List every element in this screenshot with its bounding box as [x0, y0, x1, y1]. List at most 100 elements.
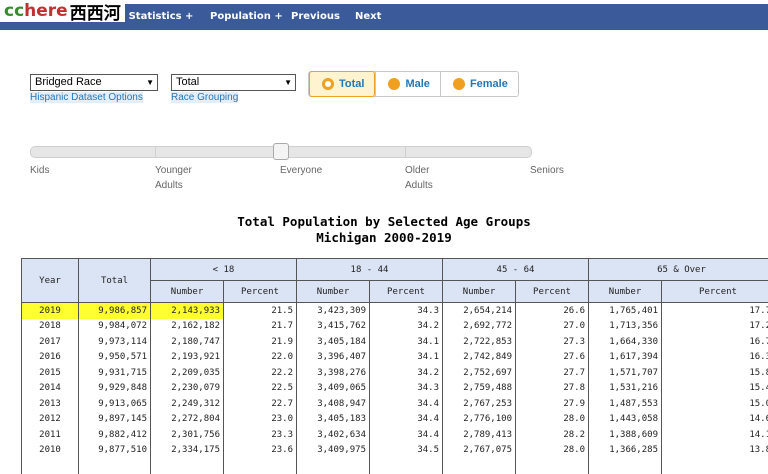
year-cell: 2019: [22, 303, 79, 319]
percent-cell: 15.8: [662, 365, 768, 381]
number-cell: 2,776,100: [443, 412, 516, 428]
number-cell: 1,571,707: [589, 365, 662, 381]
total-cell: 9,986,857: [79, 303, 151, 319]
empty-cell: [297, 458, 370, 474]
slider-tick: [155, 146, 156, 158]
header-group-18-44: 18 - 44: [297, 259, 443, 281]
percent-cell: 34.2: [370, 319, 443, 335]
total-cell: 9,882,412: [79, 427, 151, 443]
number-cell: 2,272,804: [151, 412, 224, 428]
number-cell: 2,301,756: [151, 427, 224, 443]
percent-cell: 17.7: [662, 303, 768, 319]
total-cell: 9,877,510: [79, 443, 151, 459]
header-percent: Percent: [370, 281, 443, 303]
gender-total-option[interactable]: Total: [309, 71, 375, 97]
percent-cell: 34.4: [370, 427, 443, 443]
number-cell: 1,713,356: [589, 319, 662, 335]
total-cell: 9,984,072: [79, 319, 151, 335]
slider-label-older-adults: Older Adults: [405, 163, 433, 193]
slider-label-everyone: Everyone: [280, 163, 322, 178]
radio-icon: [453, 78, 465, 90]
percent-cell: 34.1: [370, 350, 443, 366]
empty-cell: [370, 458, 443, 474]
table-row: 20139,913,0652,249,31222.73,408,94734.42…: [22, 396, 768, 412]
watermark-here: here: [24, 1, 68, 21]
empty-cell: [22, 458, 79, 474]
slider-tick: [405, 146, 406, 158]
number-cell: 2,162,182: [151, 319, 224, 335]
year-cell: 2012: [22, 412, 79, 428]
number-cell: 2,143,933: [151, 303, 224, 319]
percent-cell: 13.8: [662, 443, 768, 459]
total-cell: 9,913,065: [79, 396, 151, 412]
percent-cell: 27.7: [516, 365, 589, 381]
number-cell: 1,388,609: [589, 427, 662, 443]
empty-cell: [662, 458, 768, 474]
percent-cell: 21.5: [224, 303, 297, 319]
number-cell: 2,722,853: [443, 334, 516, 350]
percent-cell: 27.3: [516, 334, 589, 350]
age-group-slider-handle[interactable]: [273, 143, 289, 160]
gender-male-option[interactable]: Male: [375, 72, 439, 96]
number-cell: 3,409,975: [297, 443, 370, 459]
slider-label-line: Adults: [155, 178, 192, 193]
number-cell: 2,767,253: [443, 396, 516, 412]
empty-cell: [151, 458, 224, 474]
number-cell: 3,398,276: [297, 365, 370, 381]
nav-next-link[interactable]: Next: [355, 4, 381, 30]
percent-cell: 28.0: [516, 443, 589, 459]
percent-cell: 34.1: [370, 334, 443, 350]
gender-radio-group: Total Male Female: [308, 71, 519, 97]
percent-cell: 23.0: [224, 412, 297, 428]
year-cell: 2016: [22, 350, 79, 366]
percent-cell: 22.2: [224, 365, 297, 381]
race-grouping-link[interactable]: Race Grouping: [171, 92, 238, 103]
empty-cell: [516, 458, 589, 474]
number-cell: 1,617,394: [589, 350, 662, 366]
slider-label-younger-adults: Younger Adults: [155, 163, 192, 193]
percent-cell: 21.9: [224, 334, 297, 350]
year-cell: 2014: [22, 381, 79, 397]
header-group-45-64: 45 - 64: [443, 259, 589, 281]
table-row: 20199,986,8572,143,93321.53,423,30934.32…: [22, 303, 768, 319]
slider-label-line: Adults: [405, 178, 433, 193]
number-cell: 3,396,407: [297, 350, 370, 366]
number-cell: 3,405,184: [297, 334, 370, 350]
total-cell: 9,973,114: [79, 334, 151, 350]
percent-cell: 34.5: [370, 443, 443, 459]
number-cell: 2,654,214: [443, 303, 516, 319]
table-body: 20199,986,8572,143,93321.53,423,30934.32…: [22, 303, 768, 474]
race-group-select[interactable]: Total ▼: [171, 74, 296, 91]
header-total: Total: [79, 259, 151, 303]
table-row: 20149,929,8482,230,07922.53,409,06534.32…: [22, 381, 768, 397]
hispanic-dataset-options-link[interactable]: Hispanic Dataset Options: [30, 92, 143, 103]
percent-cell: 27.0: [516, 319, 589, 335]
number-cell: 2,209,035: [151, 365, 224, 381]
percent-cell: 27.9: [516, 396, 589, 412]
race-group-select-value: Total: [176, 76, 199, 88]
nav-previous-link[interactable]: Previous: [291, 4, 340, 30]
chevron-down-icon: ▼: [146, 75, 154, 90]
population-table: Year Total < 18 18 - 44 45 - 64 65 & Ove…: [21, 258, 768, 474]
number-cell: 2,789,413: [443, 427, 516, 443]
number-cell: 1,765,401: [589, 303, 662, 319]
empty-cell: [589, 458, 662, 474]
watermark-logo: cc here 西西河: [0, 0, 125, 22]
total-cell: 9,931,715: [79, 365, 151, 381]
number-cell: 2,752,697: [443, 365, 516, 381]
report-subtitle: Michigan 2000-2019: [0, 230, 768, 245]
percent-cell: 34.2: [370, 365, 443, 381]
table-row: 20119,882,4122,301,75623.33,402,63434.42…: [22, 427, 768, 443]
nav-health-statistics-menu[interactable]: h Statistics +: [118, 4, 193, 30]
percent-cell: 23.3: [224, 427, 297, 443]
number-cell: 2,759,488: [443, 381, 516, 397]
header-number: Number: [589, 281, 662, 303]
percent-cell: 15.4: [662, 381, 768, 397]
year-cell: 2013: [22, 396, 79, 412]
total-cell: 9,897,145: [79, 412, 151, 428]
gender-female-option[interactable]: Female: [440, 72, 518, 96]
header-group-under-18: < 18: [151, 259, 297, 281]
number-cell: 3,408,947: [297, 396, 370, 412]
race-dataset-select[interactable]: Bridged Race ▼: [30, 74, 158, 91]
nav-population-menu[interactable]: Population +: [210, 4, 283, 30]
